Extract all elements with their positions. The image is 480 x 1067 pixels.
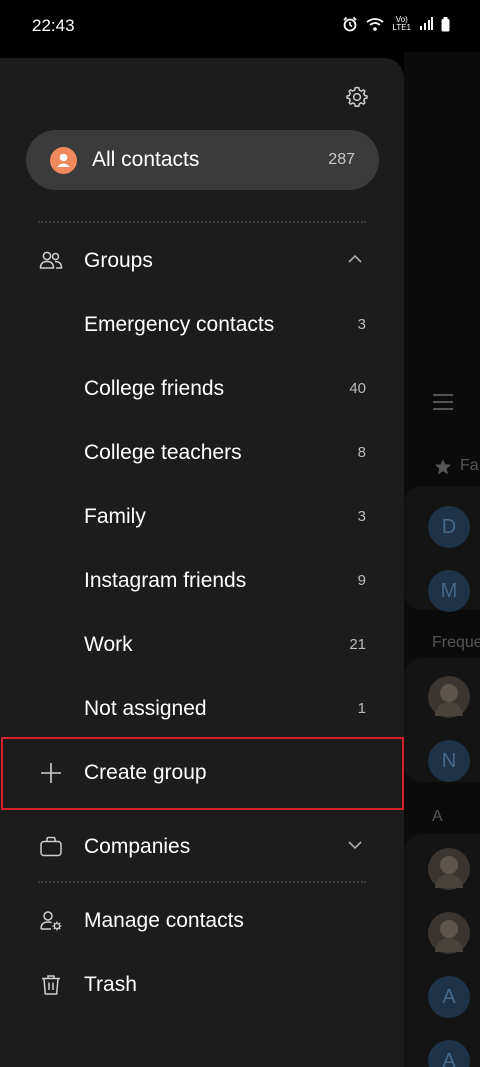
group-item-college-teachers[interactable]: College teachers 8 (0, 422, 404, 482)
briefcase-icon (38, 834, 64, 860)
group-item-label: Not assigned (84, 697, 207, 720)
chevron-down-icon (348, 841, 362, 850)
group-item-count: 8 (357, 444, 366, 461)
trash-icon (38, 972, 64, 998)
section-letter: A (432, 808, 443, 825)
manage-contacts-label: Manage contacts (84, 909, 244, 932)
group-item-label: College friends (84, 377, 225, 400)
group-item-count: 21 (349, 636, 366, 653)
frequent-label: Freque (432, 634, 480, 651)
person-icon (50, 147, 77, 174)
group-item-count: 40 (349, 380, 366, 397)
avatar: N (428, 740, 470, 782)
all-contacts-count: 287 (328, 151, 355, 168)
battery-icon (441, 16, 450, 31)
all-contacts-label: All contacts (92, 148, 200, 171)
companies-header[interactable]: Companies (0, 816, 404, 876)
trash-button[interactable]: Trash (0, 954, 404, 1014)
all-contacts-button[interactable]: All contacts 287 (26, 130, 379, 190)
group-item-family[interactable]: Family 3 (0, 486, 404, 546)
groups-header[interactable]: Groups (0, 230, 404, 290)
avatar: A (428, 1040, 470, 1067)
group-item-college-friends[interactable]: College friends 40 (0, 358, 404, 418)
groups-label: Groups (84, 249, 153, 272)
group-item-label: Family (84, 505, 146, 528)
avatar: M (428, 570, 470, 612)
network-type: Vo) LTE1 (392, 15, 411, 32)
avatar: A (428, 976, 470, 1018)
alarm-icon (343, 16, 358, 32)
manage-contacts-button[interactable]: Manage contacts (0, 890, 404, 950)
divider (38, 221, 366, 223)
avatar (428, 676, 470, 718)
trash-label: Trash (84, 973, 137, 996)
group-item-count: 1 (357, 700, 366, 717)
star-icon (435, 459, 451, 475)
status-bar: 22:43 Vo) LTE1 (0, 0, 480, 52)
avatar: D (428, 506, 470, 548)
group-item-label: Emergency contacts (84, 313, 275, 336)
group-item-count: 3 (357, 508, 366, 525)
frequent-card: N (404, 658, 480, 782)
favorites-label: Fa (460, 457, 479, 474)
group-item-not-assigned[interactable]: Not assigned 1 (0, 678, 404, 738)
group-item-emergency-contacts[interactable]: Emergency contacts 3 (0, 294, 404, 354)
companies-label: Companies (84, 835, 191, 858)
contacts-card: A A (404, 834, 480, 1067)
background-contacts-list: Fa D M Freque N A A A (404, 52, 480, 1067)
manage-contacts-icon (38, 908, 64, 934)
group-item-count: 9 (357, 572, 366, 589)
settings-button[interactable] (342, 82, 372, 112)
people-icon (38, 248, 64, 274)
signal-icon (420, 17, 433, 30)
wifi-icon (366, 17, 385, 31)
favorites-card: D M (404, 486, 480, 612)
avatar (428, 848, 470, 890)
divider (38, 881, 366, 883)
group-item-instagram-friends[interactable]: Instagram friends 9 (0, 550, 404, 610)
highlight-box (1, 737, 404, 810)
status-icons: Vo) LTE1 (342, 16, 450, 32)
gear-icon (346, 86, 368, 107)
chevron-up-icon (348, 254, 362, 263)
menu-icon (433, 394, 453, 410)
group-item-label: College teachers (84, 441, 242, 464)
group-item-label: Instagram friends (84, 569, 247, 592)
group-item-count: 3 (357, 316, 366, 333)
group-item-work[interactable]: Work 21 (0, 614, 404, 674)
avatar (428, 912, 470, 954)
group-item-label: Work (84, 633, 133, 656)
navigation-drawer: All contacts 287 Groups Emergency contac… (0, 58, 404, 1067)
status-time: 22:43 (32, 16, 75, 35)
